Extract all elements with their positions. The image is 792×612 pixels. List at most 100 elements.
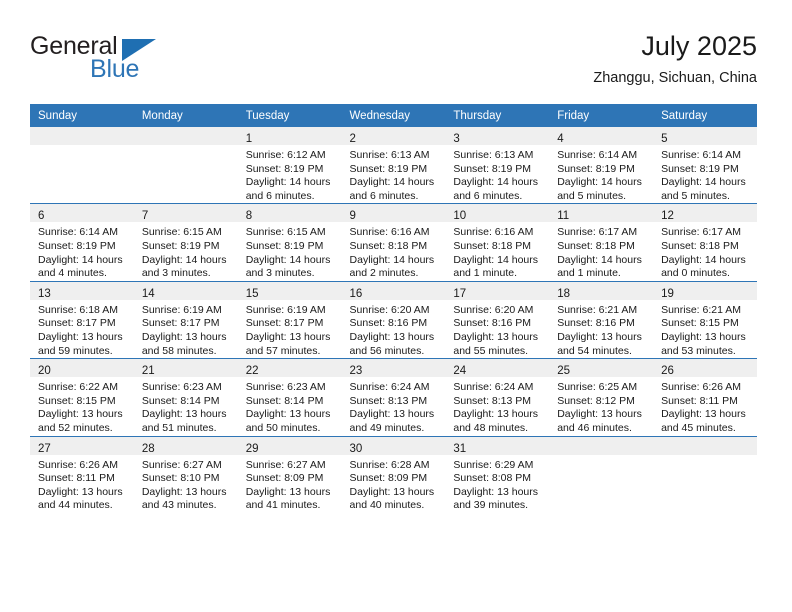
daylight-text-line2: and 58 minutes. — [141, 344, 217, 357]
sunrise-text: Sunrise: 6:24 AM — [453, 381, 534, 394]
calendar-day-cell[interactable]: 11 Sunrise: 6:17 AM Sunset: 8:18 PM Dayligh… — [549, 203, 654, 282]
day-number-band: 19 — [653, 281, 757, 300]
daylight-text-line2: and 59 minutes. — [38, 344, 113, 357]
calendar-day-cell[interactable]: 6 Sunrise: 6:14 AM Sunset: 8:19 PM Daylight… — [30, 203, 134, 282]
day-number: 8 — [245, 210, 253, 223]
day-number: 10 — [453, 210, 467, 223]
day-number-band: 20 — [30, 359, 134, 378]
daylight-text-line2: and 43 minutes. — [141, 499, 217, 512]
calendar-day-cell[interactable]: 17 Sunrise: 6:20 AM Sunset: 8:16 PM Dayligh… — [445, 280, 550, 359]
calendar-day-cell[interactable]: 14 Sunrise: 6:19 AM Sunset: 8:17 PM Dayligh… — [133, 280, 238, 359]
sunrise-text: Sunrise: 6:26 AM — [38, 458, 118, 471]
daylight-text-line2: and 3 minutes. — [245, 267, 315, 280]
calendar-day-cell[interactable]: 18 Sunrise: 6:21 AM Sunset: 8:16 PM Dayligh… — [549, 280, 654, 359]
daylight-text-line2: and 0 minutes. — [661, 267, 730, 280]
sunrise-text: Sunrise: 6:17 AM — [661, 226, 742, 239]
page-title: July 2025 — [641, 31, 757, 61]
calendar-page: General Blue July 2025 Zhanggu, Sichuan,… — [0, 0, 792, 612]
sunrise-text: Sunrise: 6:14 AM — [661, 149, 742, 161]
daylight-text-line2: and 41 minutes. — [245, 499, 321, 512]
calendar-day-cell[interactable]: 3 Sunrise: 6:13 AM Sunset: 8:19 PM Daylight… — [445, 127, 550, 204]
calendar-table: Sunday Monday Tuesday Wednesday Thursday Frid… — [30, 104, 757, 513]
calendar-day-cell[interactable]: 13 Sunrise: 6:18 AM Sunset: 8:17 PM Dayligh… — [30, 280, 134, 359]
calendar-day-cell[interactable]: 24 Sunrise: 6:24 AM Sunset: 8:13 PM Dayligh… — [445, 358, 550, 436]
calendar-day-cell[interactable]: 2 Sunrise: 6:13 AM Sunset: 8:19 PM Daylight… — [341, 127, 446, 204]
sunset-text: Sunset: 8:16 PM — [557, 317, 635, 330]
sunrise-text: Sunrise: 6:22 AM — [38, 381, 118, 394]
calendar-day-cell[interactable]: 19 Sunrise: 6:21 AM Sunset: 8:15 PM Dayligh… — [653, 280, 757, 359]
day-details: Sunrise: 6:20 AM Sunset: 8:16 PM Daylight:… — [445, 300, 549, 358]
sunset-text: Sunset: 8:10 PM — [141, 472, 220, 485]
sunset-text: Sunset: 8:19 PM — [141, 239, 220, 252]
day-number: 21 — [141, 365, 155, 378]
daylight-text-line2: and 39 minutes. — [453, 499, 529, 512]
sunrise-text: Sunrise: 6:13 AM — [349, 149, 430, 161]
calendar-day-cell[interactable]: 10 Sunrise: 6:16 AM Sunset: 8:18 PM Dayligh… — [445, 203, 550, 282]
daylight-text-line2: and 55 minutes. — [453, 344, 529, 357]
brand-logo[interactable]: General Blue — [30, 30, 260, 90]
calendar-body: 1 Sunrise: 6:12 AM Sunset: 8:19 PM Daylight… — [30, 127, 757, 513]
daylight-text-line1: Daylight: 13 hours — [453, 408, 539, 421]
day-number-band: 6 — [30, 204, 134, 223]
day-number: 1 — [245, 133, 253, 145]
sunset-text: Sunset: 8:16 PM — [453, 317, 532, 330]
day-details: Sunrise: 6:27 AM Sunset: 8:09 PM Daylight:… — [238, 455, 342, 513]
calendar-day-cell[interactable]: 9 Sunrise: 6:16 AM Sunset: 8:18 PM Daylight… — [341, 203, 446, 282]
day-details: Sunrise: 6:21 AM Sunset: 8:15 PM Daylight:… — [653, 300, 757, 358]
calendar-day-cell[interactable]: 5 Sunrise: 6:14 AM Sunset: 8:19 PM Daylight… — [653, 127, 757, 204]
daylight-text-line1: Daylight: 14 hours — [349, 176, 435, 189]
daylight-text-line1: Daylight: 14 hours — [557, 176, 642, 189]
weekday-header-tuesday: Tuesday — [237, 104, 342, 127]
sunset-text: Sunset: 8:09 PM — [349, 472, 428, 485]
day-details — [653, 455, 757, 459]
day-number: 14 — [141, 287, 155, 300]
day-number-band: 25 — [549, 359, 654, 378]
daylight-text-line2: and 54 minutes. — [557, 344, 632, 357]
calendar-day-cell[interactable]: 23 Sunrise: 6:24 AM Sunset: 8:13 PM Dayligh… — [341, 358, 446, 436]
calendar-day-cell[interactable]: 16 Sunrise: 6:20 AM Sunset: 8:16 PM Dayligh… — [341, 280, 446, 359]
daylight-text-line1: Daylight: 14 hours — [38, 253, 123, 266]
calendar-day-cell[interactable]: 8 Sunrise: 6:15 AM Sunset: 8:19 PM Daylight… — [237, 203, 342, 282]
calendar-day-cell[interactable]: 29 Sunrise: 6:27 AM Sunset: 8:09 PM Dayligh… — [237, 435, 342, 513]
sunset-text: Sunset: 8:12 PM — [557, 394, 635, 407]
weekday-header-friday: Friday — [549, 104, 654, 127]
sunrise-text: Sunrise: 6:14 AM — [557, 149, 638, 161]
daylight-text-line2: and 51 minutes. — [141, 421, 217, 434]
daylight-text-line2: and 6 minutes. — [245, 189, 315, 202]
weekday-header-wednesday: Wednesday — [341, 104, 446, 127]
daylight-text-line1: Daylight: 13 hours — [453, 330, 539, 343]
day-number-band: 27 — [30, 436, 134, 455]
sunrise-text: Sunrise: 6:26 AM — [661, 381, 742, 394]
day-details: Sunrise: 6:16 AM Sunset: 8:18 PM Daylight:… — [342, 222, 446, 280]
sunrise-text: Sunrise: 6:23 AM — [141, 381, 222, 394]
calendar-day-cell[interactable]: 25 Sunrise: 6:25 AM Sunset: 8:12 PM Dayligh… — [549, 358, 654, 436]
calendar-day-cell[interactable]: 12 Sunrise: 6:17 AM Sunset: 8:18 PM Dayligh… — [653, 203, 757, 282]
calendar-day-cell[interactable]: 30 Sunrise: 6:28 AM Sunset: 8:09 PM Dayligh… — [341, 435, 446, 513]
calendar-day-cell[interactable]: 28 Sunrise: 6:27 AM Sunset: 8:10 PM Dayligh… — [133, 435, 238, 513]
sunrise-text: Sunrise: 6:27 AM — [141, 458, 222, 471]
day-number: 12 — [661, 210, 674, 223]
calendar-day-cell[interactable]: 21 Sunrise: 6:23 AM Sunset: 8:14 PM Dayligh… — [133, 358, 238, 436]
sunset-text: Sunset: 8:09 PM — [245, 472, 324, 485]
calendar-day-cell[interactable]: 31 Sunrise: 6:29 AM Sunset: 8:08 PM Dayligh… — [445, 435, 550, 513]
daylight-text-line1: Daylight: 14 hours — [557, 253, 642, 266]
sunset-text: Sunset: 8:16 PM — [349, 317, 428, 330]
sunset-text: Sunset: 8:19 PM — [245, 162, 324, 175]
calendar-day-cell[interactable]: 26 Sunrise: 6:26 AM Sunset: 8:11 PM Dayligh… — [653, 358, 757, 436]
day-number-band: 14 — [133, 281, 238, 300]
calendar-day-cell[interactable]: 4 Sunrise: 6:14 AM Sunset: 8:19 PM Daylight… — [549, 127, 654, 204]
day-number: 13 — [38, 287, 51, 300]
day-number-band — [30, 127, 134, 145]
calendar-day-cell[interactable]: 15 Sunrise: 6:19 AM Sunset: 8:17 PM Dayligh… — [237, 280, 342, 359]
calendar-day-cell[interactable]: 27 Sunrise: 6:26 AM Sunset: 8:11 PM Dayligh… — [30, 435, 134, 513]
calendar-day-cell[interactable]: 7 Sunrise: 6:15 AM Sunset: 8:19 PM Daylight… — [133, 203, 238, 282]
day-number: 25 — [557, 365, 571, 378]
calendar-day-cell[interactable]: 20 Sunrise: 6:22 AM Sunset: 8:15 PM Dayligh… — [30, 358, 134, 436]
weekday-header-saturday: Saturday — [653, 104, 757, 127]
day-details: Sunrise: 6:20 AM Sunset: 8:16 PM Daylight:… — [342, 300, 446, 358]
calendar-day-cell[interactable]: 1 Sunrise: 6:12 AM Sunset: 8:19 PM Daylight… — [237, 127, 342, 204]
calendar-week-row: 27 Sunrise: 6:26 AM Sunset: 8:11 PM Dayligh… — [30, 435, 757, 513]
calendar-day-cell[interactable]: 22 Sunrise: 6:23 AM Sunset: 8:14 PM Dayligh… — [237, 358, 342, 436]
day-number: 30 — [349, 442, 363, 455]
day-details — [134, 145, 238, 149]
